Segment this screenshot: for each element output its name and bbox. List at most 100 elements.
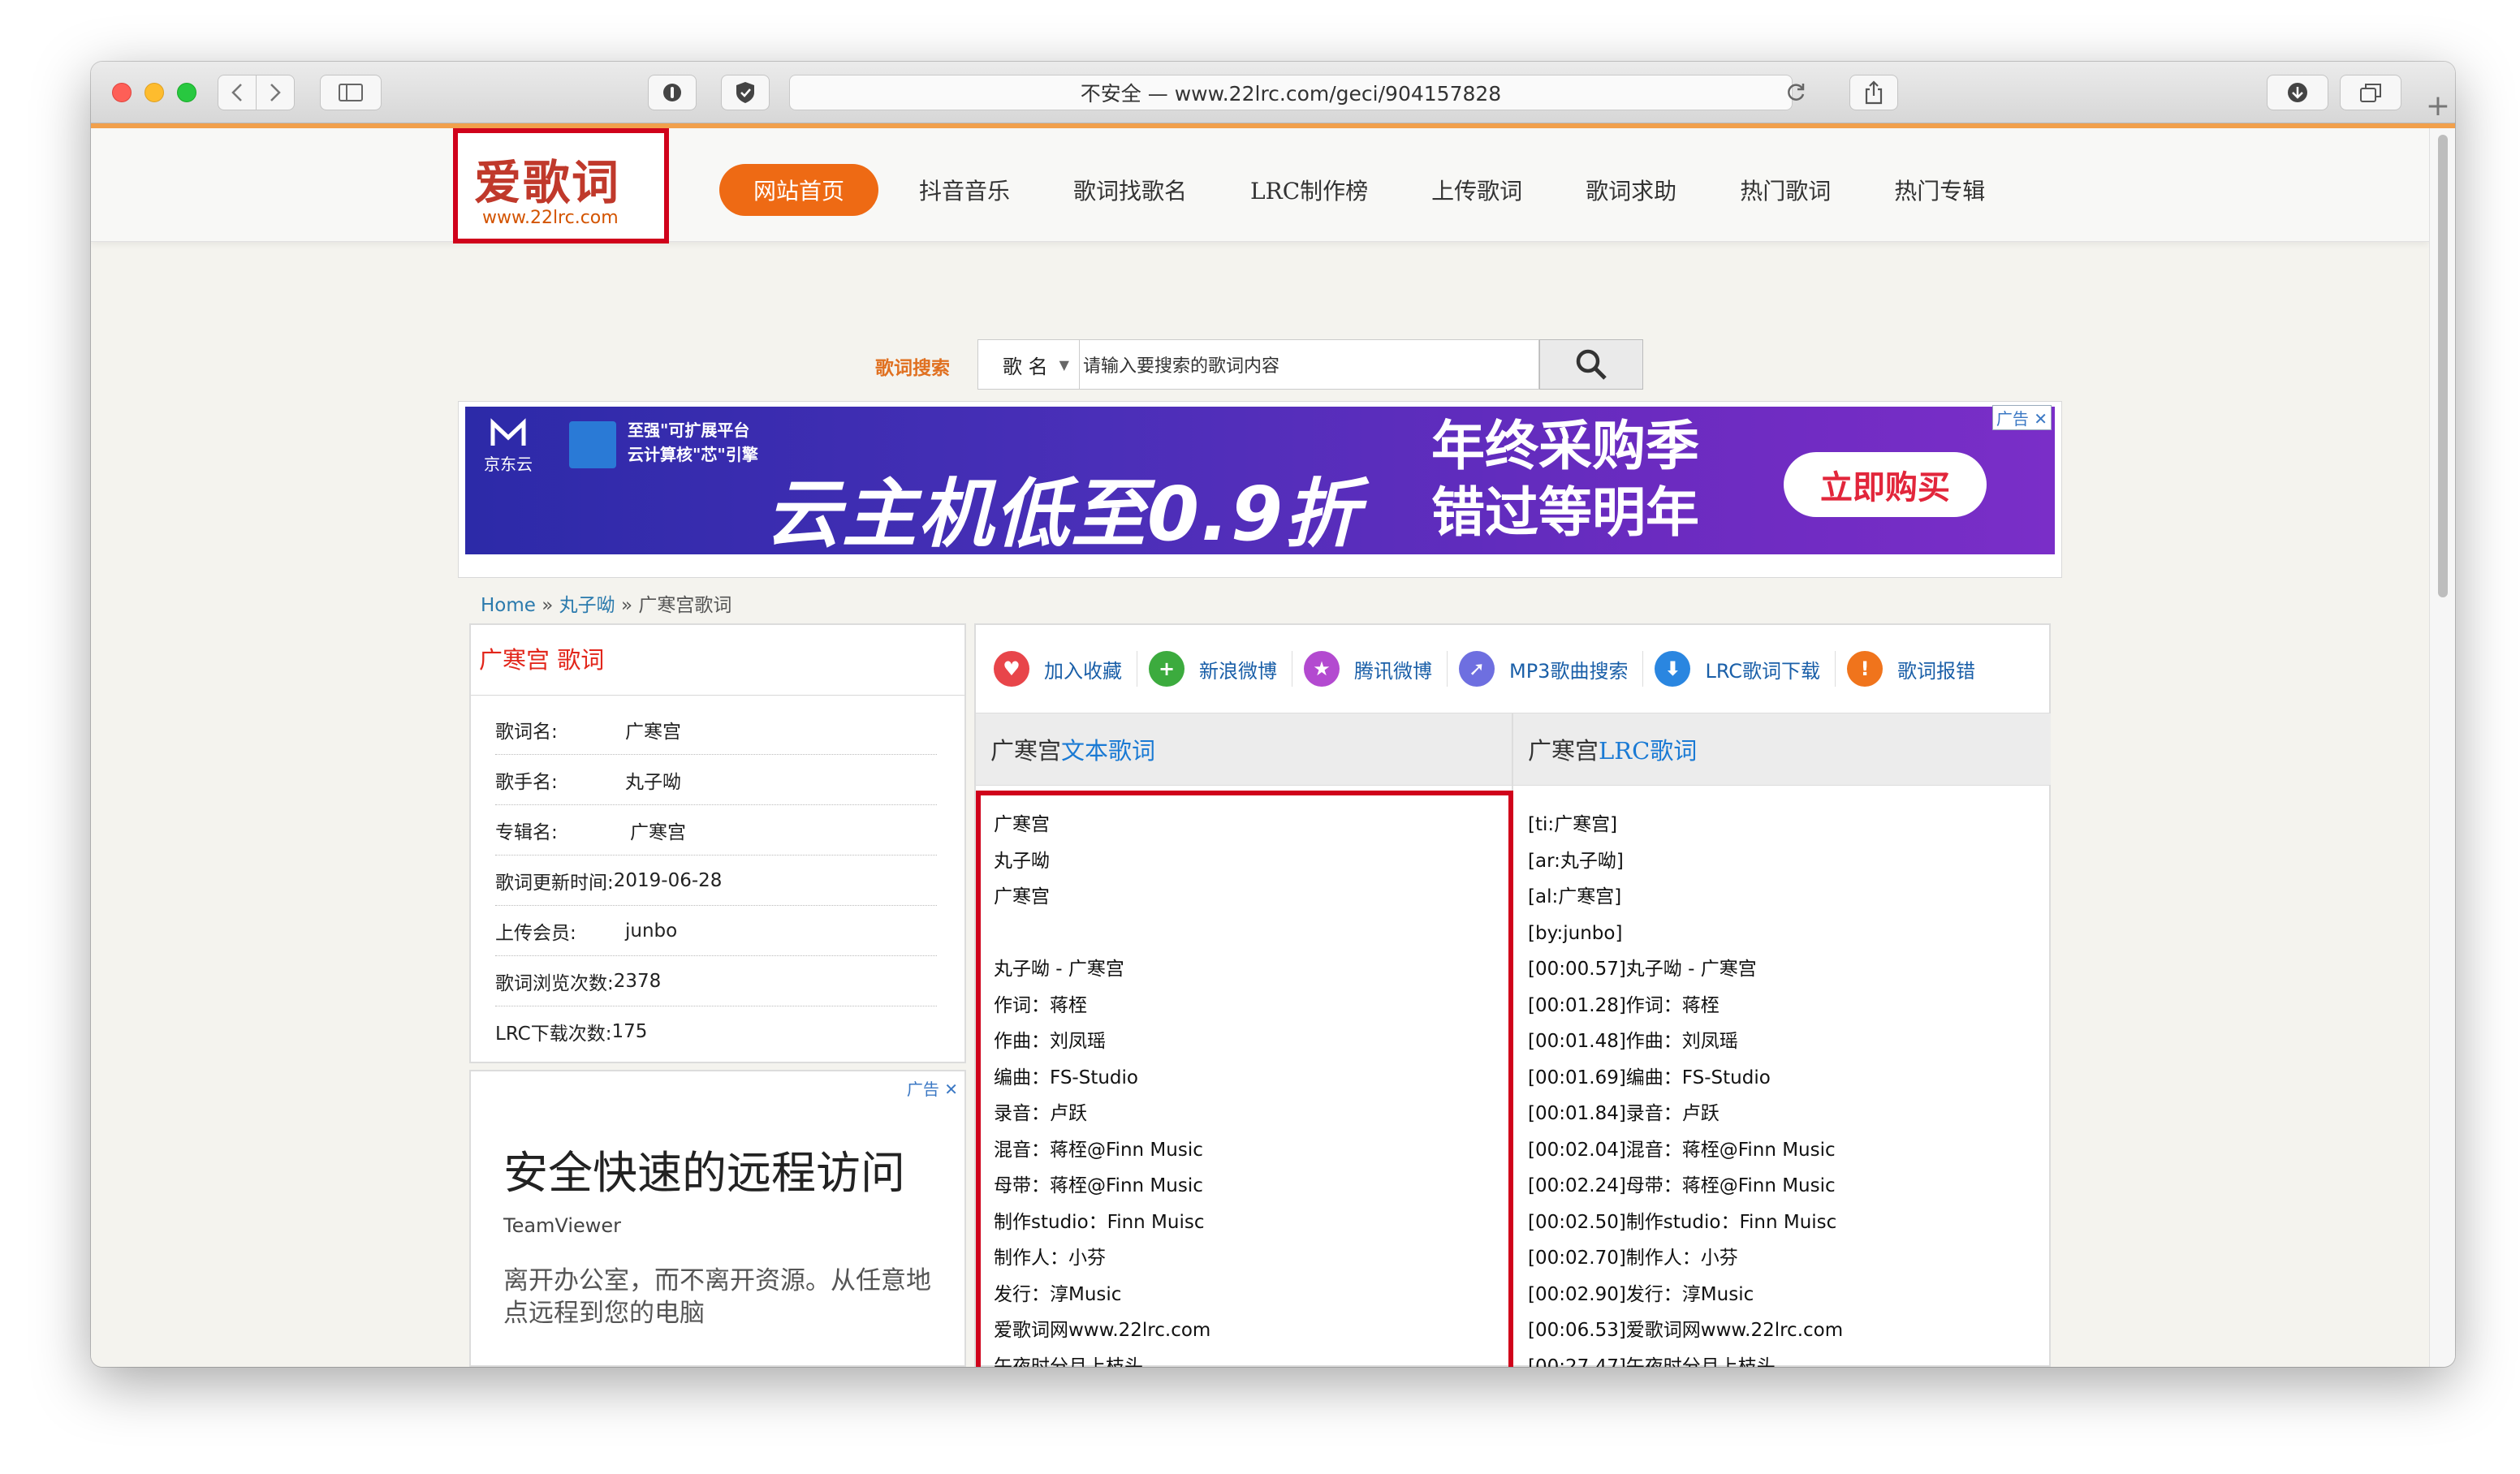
jd-logo-text: 京东云 [484,455,533,474]
sidebar-toggle-button[interactable] [320,75,382,110]
header-song: 广寒宫 [1528,737,1599,765]
share-button[interactable] [1849,75,1898,110]
teamviewer-ad[interactable]: 广告 ✕ 安全快速的远程访问 TeamViewer 离开办公室，而不离开资源。从… [469,1070,966,1367]
back-button[interactable] [218,75,257,110]
reload-button[interactable] [1780,75,1812,110]
breadcrumb-artist[interactable]: 丸子呦 [559,595,615,616]
divider [471,695,964,696]
share-label: 新浪微博 [1199,659,1277,683]
share-bar: ♥ 加入收藏 + 新浪微博 ★ 腾讯微博 ➚ MP3歌曲搜索 ⬇ LRC歌词下载 ! 歌词报… [994,644,2001,693]
weibo-share-button[interactable]: + 新浪微博 [1149,651,1292,687]
mp3-search-button[interactable]: ➚ MP3歌曲搜索 [1459,651,1644,687]
info-row-artist: 歌手名: 丸子呦 [495,755,937,805]
extension-button[interactable] [721,75,770,110]
lyric-line [994,916,1210,952]
search-input[interactable]: 请输入要搜索的歌词内容 [1080,339,1539,390]
ad-tag[interactable]: 广告 ✕ [1991,405,2052,430]
lyric-line: [ti:广寒宫] [1528,814,1618,835]
lyric-line: 编曲：FS-Studio [994,1067,1138,1088]
share-label: 歌词报错 [1897,659,1976,683]
tencent-weibo-button[interactable]: ★ 腾讯微博 [1304,651,1448,687]
ad-description: 离开办公室，而不离开资源。从任意地点远程到您的电脑 [503,1266,931,1328]
search-label: 歌词搜索 [875,358,950,379]
jd-logo-icon [490,418,526,446]
top-banner-ad[interactable]: 京东云 至强"可扩展平台 云计算核"芯"引擎 云主机低至0.9折 年终采购季 错… [458,401,2062,578]
favorite-button[interactable]: ♥ 加入收藏 [994,651,1137,687]
text-lyrics: 广寒宫 丸子呦 广寒宫 丸子呦 - 广寒宫 作词：蒋桎 作曲：刘凤瑶 编曲：FS-Studi… [994,807,1210,1367]
nav-lrc-rank[interactable]: LRC制作榜 [1250,174,1368,206]
header-type: LRC歌词 [1599,737,1698,765]
search-icon [1576,349,1607,380]
ad-brand: TeamViewer [503,1214,622,1237]
banner-small-text: 至强"可扩展平台 云计算核"芯"引擎 [628,418,758,467]
logo-text: 爱歌词 [474,155,621,210]
tabs-icon [2360,84,2381,102]
lyric-line: 录音：卢跃 [994,1103,1087,1124]
info-key: 歌词名: [495,721,558,743]
main-nav: 网站首页 抖音音乐 歌词找歌名 LRC制作榜 上传歌词 歌词求助 热门歌词 热门… [719,164,2048,216]
nav-upload[interactable]: 上传歌词 [1431,174,1522,206]
shield-check-icon [736,82,754,103]
lyric-line: [00:01.28]作词：蒋桎 [1528,994,1720,1016]
banner-headline: 云主机低至0.9折 [766,471,1361,554]
nav-home[interactable]: 网站首页 [719,164,879,216]
web-page: 爱歌词 www.22lrc.com 网站首页 抖音音乐 歌词找歌名 LRC制作榜… [91,128,2429,1367]
minimize-window-button[interactable] [145,83,164,102]
ad-tag[interactable]: 广告 ✕ [903,1076,961,1100]
nav-lyric-search[interactable]: 歌词找歌名 [1073,174,1187,206]
tab-overview-button[interactable] [2340,75,2401,110]
share-label: 加入收藏 [1044,659,1122,683]
nav-hot-lyrics[interactable]: 热门歌词 [1740,174,1831,206]
search-type-value: 歌 名 [1003,355,1048,378]
nav-help[interactable]: 歌词求助 [1586,174,1676,206]
info-row-updated: 歌词更新时间: 2019-06-28 [495,856,937,906]
song-info-box: 广寒宫 歌词 歌词名: 广寒宫 歌手名: 丸子呦 专辑名: 广寒宫 歌词更新时间: 20… [469,623,966,1063]
lrc-lyrics: [ti:广寒宫] [ar:丸子呦] [al:广寒宫] [by:junbo] [00:00… [1528,807,1843,1367]
info-value: 2378 [613,970,662,992]
lrc-download-button[interactable]: ⬇ LRC歌词下载 [1655,651,1836,687]
close-window-button[interactable] [112,83,132,102]
nav-douyin[interactable]: 抖音音乐 [919,174,1010,206]
forward-button[interactable] [256,75,295,110]
lyric-line: [00:02.90]发行：淳Music [1528,1283,1754,1305]
ad-tag-text: 广告 [906,1080,939,1099]
buy-now-button[interactable]: 立即购买 [1784,452,1987,517]
lyric-line: [00:06.53]爱歌词网www.22lrc.com [1528,1320,1844,1341]
share-label: MP3歌曲搜索 [1509,659,1629,683]
downloads-button[interactable] [2267,75,2328,110]
song-info-title: 广寒宫 歌词 [479,646,605,674]
dropdown-arrow-icon: ▼ [1059,356,1069,373]
share-label: 腾讯微博 [1354,659,1432,683]
search-button[interactable] [1539,339,1643,390]
info-value[interactable]: 丸子呦 [625,766,681,794]
close-icon[interactable]: ✕ [944,1080,958,1099]
lyric-line: 混音：蒋桎@Finn Music [994,1139,1203,1161]
arrow-icon: ➚ [1459,651,1495,687]
banner-right-text: 年终采购季 错过等明年 [1431,413,1699,546]
new-tab-button[interactable]: + [2426,89,2450,123]
lyric-line: 作曲：刘凤瑶 [994,1031,1106,1052]
lyric-line: [00:02.24]母带：蒋桎@Finn Music [1528,1175,1836,1196]
address-bar[interactable]: 不安全 — www.22lrc.com/geci/904157828 [789,75,1793,110]
privacy-report-button[interactable] [648,75,697,110]
breadcrumb-home[interactable]: Home [481,595,536,616]
lyric-line: 制作人：小芬 [994,1248,1106,1269]
zoom-window-button[interactable] [177,83,196,102]
lyrics-panel: ♥ 加入收藏 + 新浪微博 ★ 腾讯微博 ➚ MP3歌曲搜索 ⬇ LRC歌词下载 ! 歌词报… [974,623,2051,1367]
close-icon[interactable]: ✕ [2034,409,2048,429]
search-type-select[interactable]: 歌 名 ▼ [977,339,1080,390]
jd-cloud-logo: 京东云 [480,418,537,475]
lyric-line: [00:01.84]录音：卢跃 [1528,1103,1720,1124]
site-logo[interactable]: 爱歌词 www.22lrc.com [453,128,669,244]
lyric-line: [00:02.70]制作人：小芬 [1528,1248,1738,1269]
scrollbar-thumb[interactable] [2438,135,2448,597]
nav-hot-albums[interactable]: 热门专辑 [1894,174,1985,206]
lrc-lyrics-header: 广寒宫 LRC歌词 [1513,713,2051,786]
lyric-line: 爱歌词网www.22lrc.com [994,1320,1211,1341]
report-error-button[interactable]: ! 歌词报错 [1847,651,1990,687]
info-row-album: 专辑名: 广寒宫 [495,805,937,856]
lyric-line: 作词：蒋桎 [994,994,1087,1016]
ad-title: 安全快速的远程访问 [503,1147,906,1199]
chevron-left-icon [231,84,242,101]
info-value[interactable]: 广寒宫 [630,817,686,844]
